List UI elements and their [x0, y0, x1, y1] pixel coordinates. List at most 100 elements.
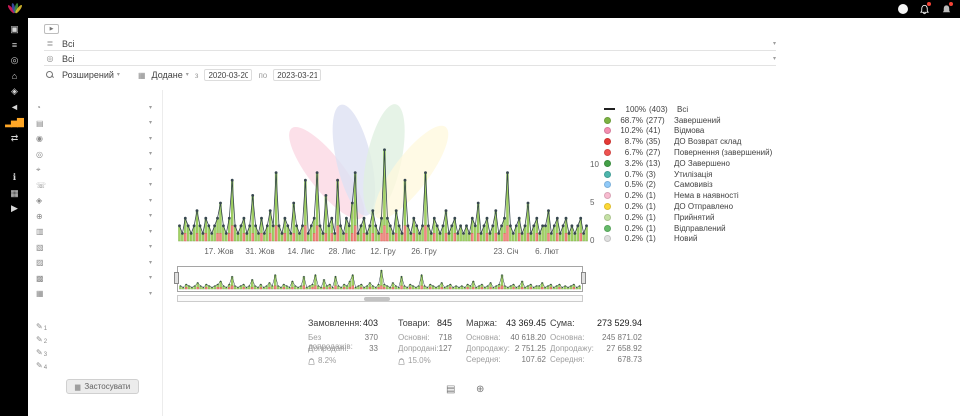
- manager-filter-dropdown[interactable]: ◉: [28, 131, 162, 147]
- stat-subrow: Основні:718: [398, 333, 452, 344]
- legend-swatch: [604, 149, 611, 156]
- video-help-button[interactable]: ▶: [44, 24, 59, 34]
- date-field-dropdown[interactable]: Додане: [152, 70, 189, 80]
- product-filter-dropdown[interactable]: ◈: [28, 193, 162, 209]
- custom-field-filter-3-dropdown[interactable]: ▦: [28, 286, 162, 302]
- chevron-down-icon: [149, 244, 152, 250]
- status-filter-value: Всі: [62, 54, 75, 64]
- sidebar-item-warehouse[interactable]: ⌂: [0, 69, 28, 85]
- stat-subrow: Середня:107.62: [466, 355, 546, 366]
- legend-label: Нема в наявності: [674, 191, 739, 200]
- legend-swatch: [604, 127, 611, 134]
- stat-title-value: 403: [363, 318, 378, 328]
- stat-subrow: Допродажу:2 751.25: [466, 344, 546, 355]
- legend-percent: 68.7%: [615, 116, 643, 125]
- sidebar-item-orders[interactable]: ≡: [0, 38, 28, 54]
- stat-column: Товари:845Основні:718Допродані:12715.0%: [398, 318, 452, 366]
- sidebar-item-integrations[interactable]: ⇄: [0, 131, 28, 147]
- dashboard-icon: ▣: [10, 24, 18, 35]
- legend-item[interactable]: 0.2%(1)Нема в наявності: [604, 190, 784, 201]
- table-view-icon[interactable]: ▤: [446, 384, 455, 395]
- stat-subrow-label: Допродані:: [308, 344, 349, 355]
- stat-subrow-label: Основні:: [398, 333, 430, 344]
- sidebar-item-clients[interactable]: ◎: [0, 53, 28, 69]
- legend-item[interactable]: 100%(403)Всі: [604, 104, 784, 115]
- search-icon[interactable]: [46, 71, 54, 79]
- funnel-filter-dropdown[interactable]: ≣ Всі: [44, 37, 776, 51]
- navigator-chart: [179, 268, 581, 292]
- integrations-icon: ⇄: [11, 133, 18, 144]
- client-filter-dropdown[interactable]: ◎: [28, 147, 162, 163]
- apply-button[interactable]: ▆ Застосувати: [66, 379, 139, 394]
- apply-button-label: Застосувати: [84, 382, 130, 391]
- app-logo-icon[interactable]: [8, 2, 22, 16]
- legend-item[interactable]: 0.7%(3)Утилізація: [604, 169, 784, 180]
- location-filter-dropdown[interactable]: ⌖: [28, 162, 162, 178]
- y-axis-label: 10: [590, 160, 599, 169]
- custom-field-filter-2-dropdown[interactable]: ▩: [28, 271, 162, 287]
- updates-icon[interactable]: [940, 3, 952, 15]
- legend-label: ДО Отправлено: [674, 202, 733, 211]
- status-filter-dropdown[interactable]: ◎ Всі: [44, 52, 776, 66]
- scrollbar-thumb[interactable]: [364, 297, 390, 301]
- chart-scrollbar[interactable]: [177, 295, 583, 302]
- date-to-input[interactable]: [273, 69, 321, 81]
- legend-label: ДО Возврат склад: [674, 137, 741, 146]
- legend-item[interactable]: 0.2%(1)Новий: [604, 234, 784, 245]
- legend-item[interactable]: 0.5%(2)Самовивіз: [604, 180, 784, 191]
- form-filter-dropdown[interactable]: ▤: [28, 116, 162, 132]
- stat-subrow-value: 245 871.02: [602, 333, 642, 344]
- stat-title-label: Сума:: [550, 318, 575, 328]
- x-axis-label: 6. Лют: [535, 247, 559, 256]
- search-mode-dropdown[interactable]: Розширений: [62, 70, 120, 80]
- legend-count: (13): [646, 159, 674, 168]
- stat-title-value: 845: [437, 318, 452, 328]
- profile-icon[interactable]: [898, 4, 908, 14]
- legend-item[interactable]: 0.2%(1)ДО Отправлено: [604, 201, 784, 212]
- orders-chart[interactable]: [178, 96, 588, 246]
- stat-title-label: Маржа:: [466, 318, 497, 328]
- sidebar-item-marketing[interactable]: ◄: [0, 100, 28, 116]
- legend-item[interactable]: 0.2%(1)Прийнятий: [604, 212, 784, 223]
- sidebar: ▣ ≡ ◎ ⌂◈◄▂▅▇ ⇄ ℹ▦▶: [0, 18, 28, 416]
- legend-item[interactable]: 10.2%(41)Відмова: [604, 126, 784, 137]
- legend-count: (277): [646, 116, 674, 125]
- stat-subrow-label: Основна:: [550, 333, 584, 344]
- legend-item[interactable]: 0.2%(1)Відправлений: [604, 223, 784, 234]
- notifications-icon[interactable]: [918, 3, 930, 15]
- phone-filter-dropdown[interactable]: ☏: [28, 178, 162, 194]
- chart-legend: 100%(403)Всі68.7%(277)Завершений10.2%(41…: [604, 104, 784, 244]
- navigator-handle-right[interactable]: [581, 272, 586, 284]
- sidebar-item-dashboard[interactable]: ▣: [0, 22, 28, 38]
- custom-field-filter-1-dropdown[interactable]: ▨: [28, 255, 162, 271]
- chart-navigator[interactable]: [177, 266, 583, 292]
- globe-icon[interactable]: ⊕: [476, 384, 484, 395]
- legend-item[interactable]: 68.7%(277)Завершений: [604, 115, 784, 126]
- tag-filter-dropdown[interactable]: ▥: [28, 224, 162, 240]
- date-from-input[interactable]: [204, 69, 252, 81]
- x-axis-label: 17. Жов: [204, 247, 233, 256]
- sidebar-item-apps[interactable]: ▦: [0, 186, 28, 202]
- source-filter-dropdown[interactable]: ⊕: [28, 209, 162, 225]
- orders-icon: ≡: [12, 40, 16, 50]
- chevron-down-icon: [186, 72, 189, 78]
- legend-swatch: [604, 203, 611, 210]
- legend-item[interactable]: 8.7%(35)ДО Возврат склад: [604, 136, 784, 147]
- navigator-handle-left[interactable]: [174, 272, 179, 284]
- stat-subrow-label: Середня:: [466, 355, 501, 366]
- status-filter-dropdown[interactable]: ◔: [28, 100, 162, 116]
- legend-item[interactable]: 3.2%(13)ДО Завершено: [604, 158, 784, 169]
- sidebar-item-info[interactable]: ℹ: [0, 170, 28, 186]
- custom-field-filter-2-icon: ▩: [36, 274, 49, 283]
- funnel-icon: ≣: [44, 39, 56, 48]
- utm-filter-dropdown[interactable]: ▧: [28, 240, 162, 256]
- stat-title: Маржа: 43 369.45: [466, 318, 546, 328]
- sidebar-item-products[interactable]: ◈: [0, 84, 28, 100]
- sidebar-item-video[interactable]: ▶: [0, 201, 28, 217]
- stat-title-value: 43 369.45: [506, 318, 546, 328]
- sidebar-item-statistics[interactable]: ▂▅▇: [0, 115, 28, 131]
- legend-item[interactable]: 6.7%(27)Повернення (завершений): [604, 147, 784, 158]
- clients-icon: ◎: [11, 55, 18, 66]
- x-axis-label: 26. Гру: [411, 247, 437, 256]
- legend-count: (403): [649, 105, 677, 114]
